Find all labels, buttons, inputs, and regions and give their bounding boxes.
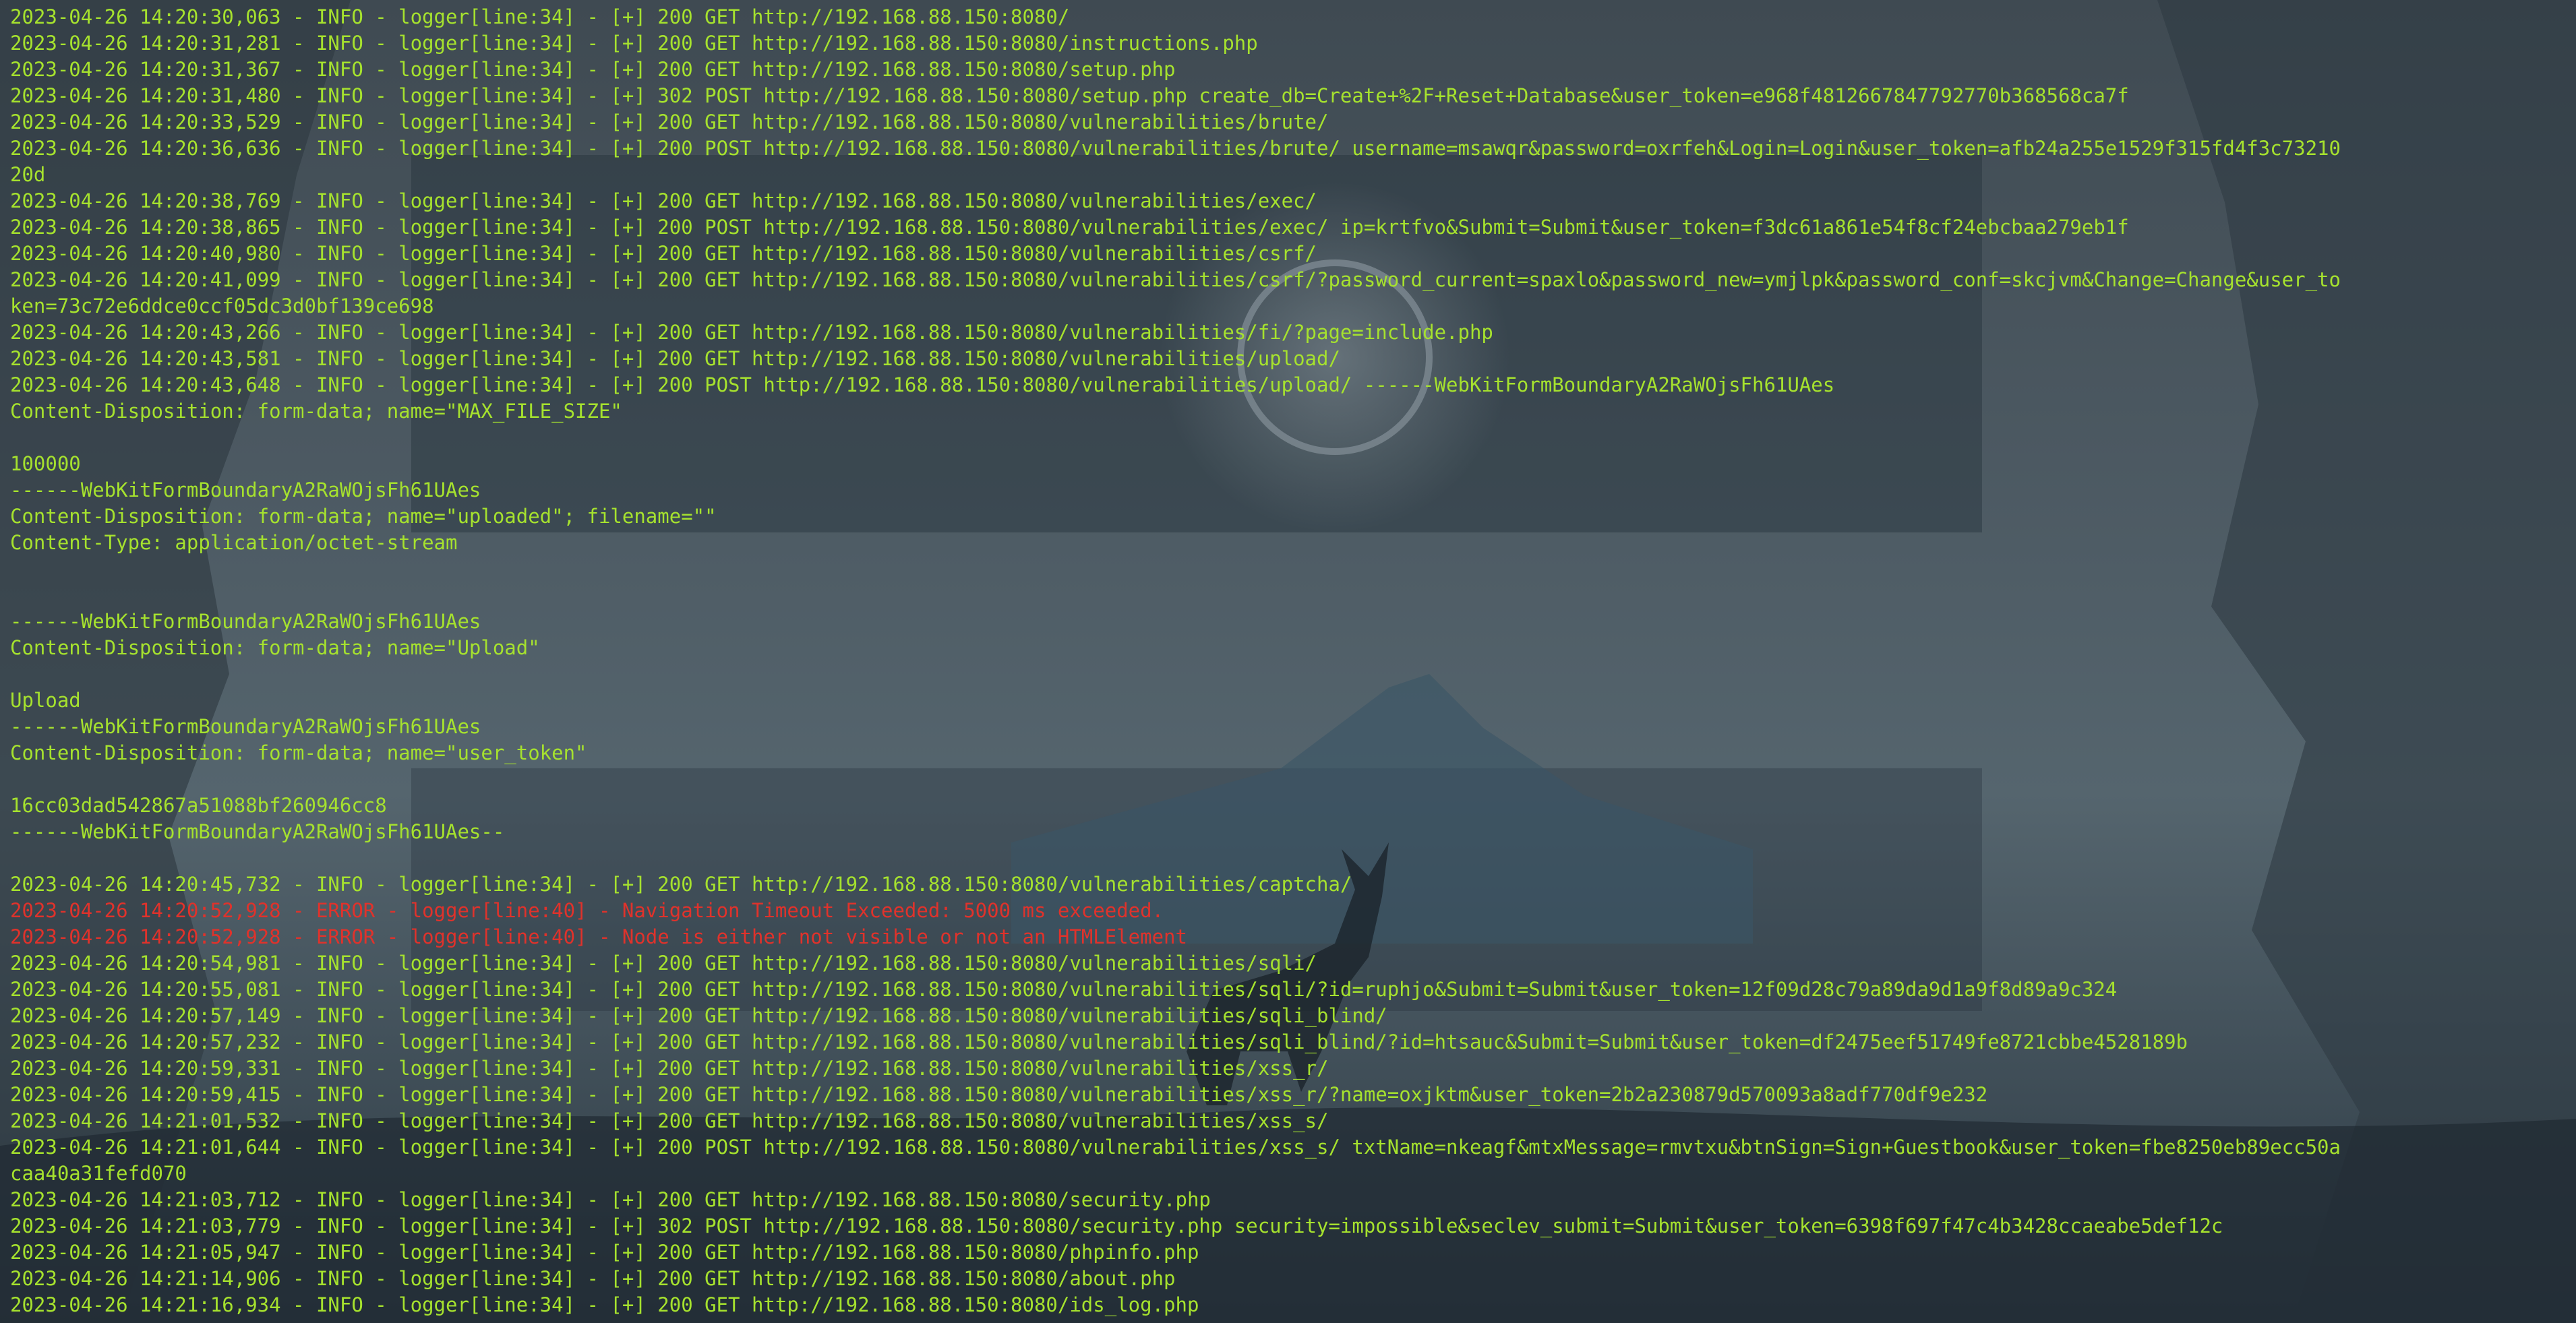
log-line: 2023-04-26 14:20:33,529 - INFO - logger[… [10,111,1329,133]
log-line: 2023-04-26 14:20:55,081 - INFO - logger[… [10,978,2118,1001]
log-line: 16cc03dad542867a51088bf260946cc8 [10,794,387,817]
log-line: 2023-04-26 14:20:43,266 - INFO - logger[… [10,321,1493,344]
log-line: 2023-04-26 14:20:59,331 - INFO - logger[… [10,1057,1329,1080]
log-line: 2023-04-26 14:20:40,980 - INFO - logger[… [10,242,1317,265]
log-line: 2023-04-26 14:21:03,712 - INFO - logger[… [10,1188,1211,1211]
log-line: 2023-04-26 14:21:03,779 - INFO - logger[… [10,1214,2223,1237]
log-line: 2023-04-26 14:20:41,099 - INFO - logger[… [10,268,2341,291]
log-line: 2023-04-26 14:20:38,769 - INFO - logger[… [10,189,1317,212]
log-line: 2023-04-26 14:20:31,281 - INFO - logger[… [10,32,1258,55]
log-line: 2023-04-26 14:21:01,644 - INFO - logger[… [10,1136,2341,1159]
log-line: ken=73c72e6ddce0ccf05dc3d0bf139ce698 [10,295,434,317]
log-line: 2023-04-26 14:20:57,149 - INFO - logger[… [10,1004,1387,1027]
log-line: Content-Disposition: form-data; name="MA… [10,400,622,423]
log-line: ------WebKitFormBoundaryA2RaWOjsFh61UAes [10,715,481,738]
log-line: 2023-04-26 14:21:14,906 - INFO - logger[… [10,1267,1176,1290]
log-line: 2023-04-26 14:20:30,063 - INFO - logger[… [10,5,1070,28]
log-line: 2023-04-26 14:21:01,532 - INFO - logger[… [10,1109,1329,1132]
log-line: Upload [10,689,81,712]
log-line: caa40a31fefd070 [10,1162,187,1185]
log-line: 2023-04-26 14:20:31,480 - INFO - logger[… [10,84,2129,107]
log-line: ------WebKitFormBoundaryA2RaWOjsFh61UAes [10,610,481,633]
log-line: 100000 [10,452,81,475]
log-line-error: 2023-04-26 14:20:52,928 - ERROR - logger… [10,925,1187,948]
log-line: ------WebKitFormBoundaryA2RaWOjsFh61UAes… [10,820,505,843]
log-line: 20d [10,163,46,186]
log-line: 2023-04-26 14:20:54,981 - INFO - logger[… [10,952,1317,975]
log-line: Content-Type: application/octet-stream [10,531,458,554]
log-line: 2023-04-26 14:20:31,367 - INFO - logger[… [10,58,1176,81]
terminal-output[interactable]: 2023-04-26 14:20:30,063 - INFO - logger[… [10,4,2569,1323]
log-line: ------WebKitFormBoundaryA2RaWOjsFh61UAes [10,479,481,501]
log-line: 2023-04-26 14:20:59,415 - INFO - logger[… [10,1083,1988,1106]
log-line: 2023-04-26 14:20:45,732 - INFO - logger[… [10,873,1352,896]
log-line: 2023-04-26 14:20:43,648 - INFO - logger[… [10,373,1835,396]
log-line: 2023-04-26 14:21:16,934 - INFO - logger[… [10,1293,1199,1316]
log-line-error: 2023-04-26 14:20:52,928 - ERROR - logger… [10,899,1164,922]
log-line: Content-Disposition: form-data; name="Up… [10,636,540,659]
log-line: Content-Disposition: form-data; name="up… [10,505,717,528]
log-line: 2023-04-26 14:20:57,232 - INFO - logger[… [10,1030,2188,1053]
log-line: 2023-04-26 14:21:05,947 - INFO - logger[… [10,1241,1199,1264]
log-line: 2023-04-26 14:20:43,581 - INFO - logger[… [10,347,1340,370]
log-line: 2023-04-26 14:20:38,865 - INFO - logger[… [10,216,2129,239]
log-line: Content-Disposition: form-data; name="us… [10,741,587,764]
log-line: 2023-04-26 14:20:36,636 - INFO - logger[… [10,137,2341,160]
